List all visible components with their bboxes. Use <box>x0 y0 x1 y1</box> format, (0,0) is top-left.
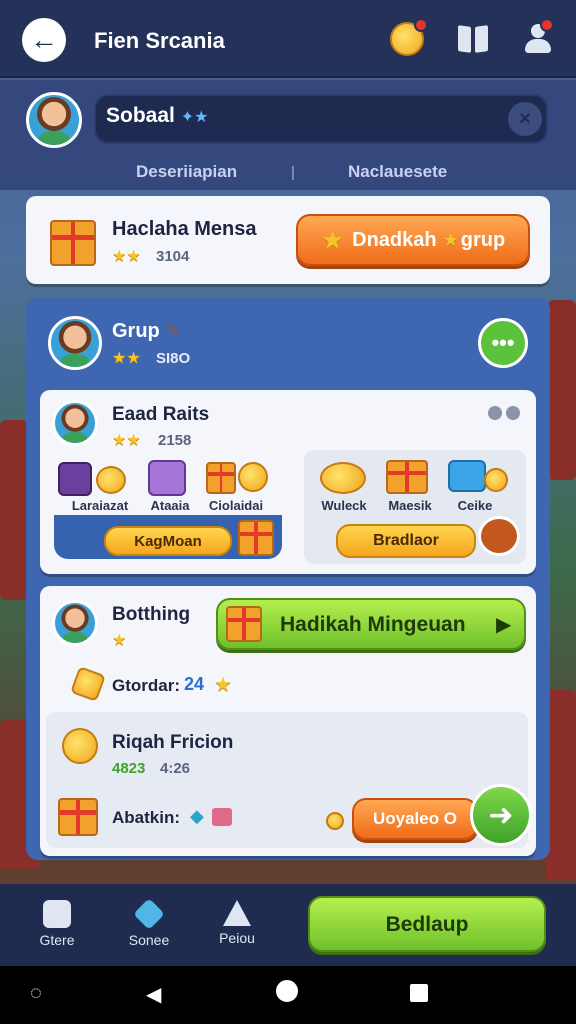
upgrade-button-label: Uoyaleo O <box>372 809 458 828</box>
team-left-button-label: KagMoan <box>134 532 202 550</box>
team-right-button[interactable]: Bradlaor <box>336 524 476 558</box>
star-icon: ★ <box>112 632 127 649</box>
item-label: Wuleck <box>321 498 367 513</box>
book-icon[interactable] <box>458 26 488 52</box>
item-label: Maesik <box>388 498 432 513</box>
friend-title: Riqah Fricion <box>112 732 234 753</box>
app-title: Fien Srcania <box>94 28 225 53</box>
cookie-icon <box>478 516 520 556</box>
gift-icon <box>238 520 274 556</box>
star-icon: ★ <box>214 674 232 696</box>
upgrade-button[interactable]: Uoyaleo O <box>352 798 478 840</box>
friend-value: 4823 <box>112 760 146 777</box>
main-action-button-label: Bedlaup <box>385 913 469 936</box>
user-avatar[interactable] <box>26 92 82 148</box>
take-group-button-label: Dnadkah <box>352 228 437 251</box>
photo-frame-icon[interactable] <box>58 462 92 496</box>
gift-icon <box>50 220 96 266</box>
team-avatar[interactable] <box>52 400 98 446</box>
item-label: Laraiazat <box>71 498 129 513</box>
hammer-icon: ✎ <box>165 321 181 341</box>
team-name: Eaad Raits <box>112 404 210 425</box>
coin-pile-icon <box>96 466 126 494</box>
group-name: Grup ✎ <box>112 320 181 342</box>
chat-bubble-icon[interactable]: ••• <box>478 318 528 368</box>
star-icon: ★★ <box>112 432 141 449</box>
search-input-value: Sobaal ✦★ <box>106 104 209 127</box>
nav-label: Sonee <box>128 932 170 948</box>
gift-icon <box>58 798 98 836</box>
search-clear-icon[interactable]: × <box>508 102 542 136</box>
take-group-button-suffix: grup <box>460 228 506 251</box>
tab-divider: | <box>291 164 295 181</box>
options-dot-icon[interactable] <box>488 406 502 420</box>
top-bar: ← Fien Srcania <box>0 0 576 78</box>
team-right-button-label: Bradlaor <box>373 532 439 549</box>
nav-label: Peiou <box>219 930 255 946</box>
background-house <box>546 690 576 880</box>
group-value: SI8O <box>156 350 191 367</box>
diamond-icon: ◆ <box>190 806 204 826</box>
star-icon: ★★ <box>112 350 141 367</box>
item-label: Ciolaidai <box>208 498 264 513</box>
background-house <box>548 300 576 480</box>
coin-icon <box>326 812 344 830</box>
nav-item-store[interactable]: Gtere <box>22 900 92 948</box>
action-label: Abatkin: <box>112 808 180 827</box>
next-arrow-icon[interactable]: ➜ <box>470 784 532 846</box>
main-action-button[interactable]: Bedlaup <box>308 896 546 952</box>
gift-icon[interactable] <box>386 460 428 494</box>
take-daily-button-label: Hadikah Mingeuan <box>280 613 466 636</box>
group-avatar[interactable] <box>48 316 102 370</box>
back-arrow-icon[interactable]: ← <box>22 18 66 62</box>
member-name: Botthing <box>112 604 191 625</box>
book-icon <box>212 808 232 826</box>
profile-badge <box>540 18 554 32</box>
member-avatar[interactable] <box>52 600 98 646</box>
coin-icon <box>238 462 268 492</box>
reward-card-title: Haclaha Mensa <box>112 218 257 240</box>
friend-time: 4:26 <box>160 760 191 777</box>
take-group-button[interactable]: ★ Dnadkah ★ grup <box>296 214 530 266</box>
item-label: Ceike <box>457 498 493 513</box>
team-value: 2158 <box>158 432 192 449</box>
background-house <box>0 420 28 600</box>
diamond-icon <box>133 898 165 930</box>
star-icon: ★★ <box>112 248 141 265</box>
star-icon: ★ <box>320 224 345 255</box>
reward-label: Gtordar: <box>112 676 180 695</box>
system-home-icon[interactable] <box>276 980 298 1002</box>
tab-naclauesete[interactable]: Naclauesete <box>348 162 447 182</box>
options-dot-icon[interactable] <box>506 406 520 420</box>
item-label: Ataaia <box>150 498 190 513</box>
tab-description[interactable]: Deseriiapian <box>136 162 237 182</box>
gift-icon <box>226 606 262 642</box>
sparkle-icon: ✦★ <box>180 109 209 126</box>
triangle-icon <box>223 900 251 926</box>
system-recents-icon[interactable] <box>410 984 428 1002</box>
reward-card-value: 3104 <box>156 248 190 265</box>
treasure-box-icon[interactable] <box>148 460 186 496</box>
reward-value: 24 <box>184 674 205 694</box>
chest-icon[interactable] <box>448 460 486 492</box>
coin-icon <box>484 468 508 492</box>
team-left-button[interactable]: KagMoan <box>104 526 232 556</box>
coin-pile-icon <box>320 462 366 494</box>
assistant-icon[interactable]: ◌ <box>30 982 42 1005</box>
nav-item-score[interactable]: Sonee <box>114 898 184 948</box>
play-arrow-icon: ▶ <box>496 614 512 636</box>
star-icon: ★ <box>442 229 459 250</box>
system-back-icon[interactable]: ◀ <box>146 982 161 1007</box>
store-icon <box>43 900 71 928</box>
take-daily-button[interactable]: Hadikah Mingeuan ▶ <box>216 598 526 650</box>
nav-label: Gtere <box>39 932 75 948</box>
notification-badge <box>414 18 428 32</box>
nav-item-profile[interactable]: Peiou <box>202 900 272 946</box>
coin-stack-icon <box>62 728 98 764</box>
gift-icon[interactable] <box>206 462 236 494</box>
